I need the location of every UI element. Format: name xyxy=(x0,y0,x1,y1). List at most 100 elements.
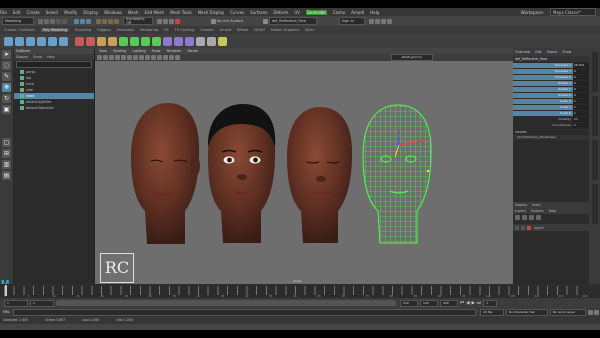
layer-row[interactable]: layer1 xyxy=(513,224,589,231)
shelf-tab-custom[interactable]: Custom xyxy=(200,28,213,32)
layer-visibility-toggle[interactable] xyxy=(515,225,519,230)
bridge-icon[interactable] xyxy=(141,36,150,46)
menu-modify[interactable]: Modify xyxy=(64,10,77,15)
quad-draw-icon[interactable] xyxy=(185,36,194,46)
shelf-tab-arnold[interactable]: Arnold xyxy=(220,28,231,32)
render-icon[interactable] xyxy=(157,18,162,24)
channel-attribute[interactable]: Translate Z0 xyxy=(513,74,589,80)
channel-attribute-value[interactable]: 0 xyxy=(573,86,589,92)
extrude-icon[interactable] xyxy=(130,36,139,46)
viewport-menu-show[interactable]: Show xyxy=(152,49,161,53)
shelf-tab-sculpting[interactable]: Sculpting xyxy=(75,28,91,32)
outliner-item[interactable]: defaultObjectSet xyxy=(14,105,94,111)
modeling-toolkit-icon[interactable] xyxy=(368,18,374,24)
mel-label[interactable]: MEL xyxy=(3,310,10,314)
head-model-1[interactable] xyxy=(131,103,200,244)
shelf-tab-bifrost[interactable]: Bifrost xyxy=(237,28,248,32)
layer-menu-layers[interactable]: Layers xyxy=(515,209,526,213)
isolate-select-icon[interactable] xyxy=(169,55,174,60)
save-scene-icon[interactable] xyxy=(50,18,55,24)
menu-generate[interactable]: Generate xyxy=(306,9,327,15)
channel-attribute-value[interactable]: 1 xyxy=(573,98,589,104)
character-set-dropdown[interactable]: No Character Set xyxy=(506,308,548,316)
snap-point-icon[interactable] xyxy=(108,18,113,24)
side-tab-channel-box[interactable] xyxy=(591,52,598,92)
lasso-tool-icon[interactable]: ◌ xyxy=(2,61,11,70)
layer-menu-help[interactable]: Help xyxy=(549,209,557,213)
menu-windows[interactable]: Windows xyxy=(104,10,122,15)
viewport-menu-lighting[interactable]: Lighting xyxy=(132,49,145,53)
animation-prefs-icon[interactable] xyxy=(594,309,599,315)
current-time-marker[interactable] xyxy=(5,285,7,296)
rotate-tool-icon[interactable]: ↻ xyxy=(2,94,11,103)
anim-layer-dropdown[interactable]: No Anim Layer xyxy=(550,308,586,316)
shelf-tab-xgen[interactable]: XGen xyxy=(305,28,314,32)
current-frame-field[interactable]: 1 xyxy=(483,299,498,307)
menu-surfaces[interactable]: Surfaces xyxy=(250,10,267,15)
head-model-2[interactable] xyxy=(207,104,276,243)
channel-attribute[interactable]: Scale Y1 xyxy=(513,104,589,110)
wireframe-icon[interactable] xyxy=(133,55,138,60)
render-settings-icon[interactable] xyxy=(169,18,174,24)
channel-attribute[interactable]: Translate X 28.401 xyxy=(513,62,589,68)
channel-attribute[interactable]: Scale X1 xyxy=(513,98,589,104)
go-to-start-icon[interactable]: ⏮ xyxy=(460,300,464,306)
menu-deform[interactable]: Deform xyxy=(273,10,288,15)
ambient-occlusion-icon[interactable] xyxy=(163,55,168,60)
layer-menu-options[interactable]: Options xyxy=(531,209,544,213)
tool-settings-icon[interactable] xyxy=(380,18,386,24)
side-tab-modeling-toolkit[interactable] xyxy=(591,184,598,224)
channel-attribute[interactable]: Rotate Z0 xyxy=(513,92,589,98)
channel-attribute-value[interactable]: 0 xyxy=(573,74,589,80)
channel-box-menu-channels[interactable]: Channels xyxy=(515,50,530,54)
menu-mesh-tools[interactable]: Mesh Tools xyxy=(170,10,192,15)
camera-bookmark-icon[interactable] xyxy=(103,55,108,60)
channel-attribute[interactable]: Rotate X0 xyxy=(513,80,589,86)
playback-end-field[interactable]: 120 xyxy=(400,299,418,307)
select-object-icon[interactable] xyxy=(80,18,85,24)
outliner-menu-help[interactable]: Help xyxy=(47,55,55,59)
textured-icon[interactable] xyxy=(145,55,150,60)
fps-dropdown[interactable]: 24 fps xyxy=(480,308,504,316)
four-pane-layout-icon[interactable]: ⊞ xyxy=(2,149,11,158)
smooth-icon[interactable] xyxy=(97,36,106,46)
shelf-tab-fx[interactable]: FX xyxy=(164,28,168,32)
single-pane-layout-icon[interactable]: ▢ xyxy=(2,138,11,147)
range-slider-track[interactable] xyxy=(56,300,396,306)
channel-attribute-value[interactable]: 1 xyxy=(573,110,589,116)
menu-edit[interactable]: Edit xyxy=(13,10,21,15)
viewport-persp[interactable]: View Shading Lighting Show Renderer Panels sR… xyxy=(95,48,513,284)
viewport-menu-panels[interactable]: Panels xyxy=(188,49,199,53)
poly-sphere-icon[interactable] xyxy=(4,36,13,46)
uv-editor-icon[interactable] xyxy=(218,36,227,46)
mode-dropdown[interactable]: Modeling xyxy=(2,17,34,25)
channel-attribute[interactable]: Scale Z1 xyxy=(513,110,589,116)
poly-torus-icon[interactable] xyxy=(59,36,68,46)
menu-mesh[interactable]: Mesh xyxy=(128,10,139,15)
boolean-icon[interactable] xyxy=(108,36,117,46)
color-management-dropdown[interactable]: sRGB gamma xyxy=(390,54,433,61)
layer-color-swatch[interactable] xyxy=(527,225,531,230)
auto-key-icon[interactable] xyxy=(588,309,593,315)
new-layer-selected-icon[interactable] xyxy=(522,215,527,220)
workspace-dropdown[interactable]: Maya Classic* xyxy=(550,8,596,16)
scene-end-field[interactable]: 120 xyxy=(420,299,438,307)
poly-cylinder-icon[interactable] xyxy=(26,36,35,46)
viewport-menu-view[interactable]: View xyxy=(99,49,107,53)
outliner-search-input[interactable] xyxy=(16,61,92,68)
film-gate-icon[interactable] xyxy=(121,55,126,60)
max-end-field[interactable]: 200 xyxy=(440,299,458,307)
menu-help[interactable]: Help xyxy=(370,10,379,15)
shadows-icon[interactable] xyxy=(157,55,162,60)
channel-box-menu-object[interactable]: Object xyxy=(547,50,558,54)
go-to-end-icon[interactable]: ⏭ xyxy=(477,300,481,306)
redo-icon[interactable] xyxy=(62,18,67,24)
menu-create[interactable]: Create xyxy=(26,10,39,15)
layer-playback-toggle[interactable] xyxy=(521,225,525,230)
undo-icon[interactable] xyxy=(56,18,61,24)
grid-toggle-icon[interactable] xyxy=(115,55,120,60)
shelf-tab-curves-surfaces[interactable]: Curves / Surfaces xyxy=(4,28,35,32)
poly-cube-icon[interactable] xyxy=(15,36,24,46)
new-scene-icon[interactable] xyxy=(38,18,43,24)
channel-attribute[interactable]: Translate Y0 xyxy=(513,68,589,74)
